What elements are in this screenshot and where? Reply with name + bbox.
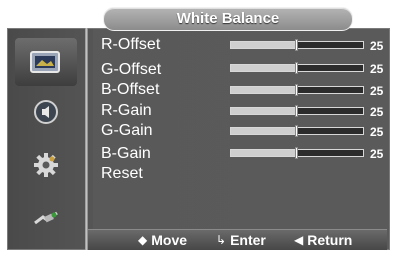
- picture-icon: [30, 51, 60, 73]
- r-offset-slider[interactable]: [230, 39, 364, 51]
- sound-icon: [34, 100, 58, 124]
- sidebar-divider: [85, 28, 88, 250]
- updown-arrows-icon: ◆: [138, 233, 148, 247]
- slider-fill: [231, 42, 297, 48]
- input-plug-icon: [34, 211, 58, 225]
- menu-item-b-offset[interactable]: B-Offset: [101, 81, 159, 99]
- b-offset-value: 25: [370, 84, 384, 98]
- g-offset-value: 25: [370, 62, 384, 76]
- b-offset-slider[interactable]: [230, 84, 364, 96]
- menu-item-reset[interactable]: Reset: [101, 165, 143, 183]
- enter-icon: ↳: [216, 233, 227, 247]
- slider-fill: [231, 87, 297, 93]
- b-gain-slider[interactable]: [230, 147, 364, 159]
- menu-item-r-offset[interactable]: R-Offset: [101, 36, 160, 54]
- help-return: ◀ Return: [294, 232, 352, 248]
- help-enter-label: Enter: [230, 232, 266, 248]
- slider-fill: [231, 65, 297, 71]
- slider-fill: [231, 150, 297, 156]
- osd-screen: White Balance R-Offset 25 G-Offset 25 B-…: [0, 0, 396, 253]
- left-triangle-icon: ◀: [294, 233, 304, 247]
- sidebar-item-setup[interactable]: [15, 141, 77, 189]
- sidebar-item-picture[interactable]: [15, 38, 77, 86]
- r-offset-value: 25: [370, 39, 384, 53]
- b-gain-value: 25: [370, 147, 384, 161]
- help-return-label: Return: [307, 232, 353, 248]
- menu-item-g-offset[interactable]: G-Offset: [101, 61, 161, 79]
- slider-fill: [231, 108, 297, 114]
- slider-thumb[interactable]: [295, 62, 298, 74]
- page-title: White Balance: [176, 10, 280, 27]
- setup-gear-icon: [34, 153, 58, 177]
- slider-thumb[interactable]: [295, 39, 298, 51]
- sidebar: [7, 28, 85, 250]
- slider-thumb[interactable]: [295, 84, 298, 96]
- g-offset-slider[interactable]: [230, 62, 364, 74]
- help-move: ◆ Move: [138, 232, 187, 248]
- slider-thumb[interactable]: [295, 147, 298, 159]
- sidebar-item-sound[interactable]: [15, 88, 77, 136]
- help-enter: ↳ Enter: [216, 232, 266, 248]
- menu-item-b-gain[interactable]: B-Gain: [101, 145, 151, 163]
- menu-item-g-gain[interactable]: G-Gain: [101, 122, 153, 140]
- g-gain-slider[interactable]: [230, 125, 364, 137]
- slider-fill: [231, 128, 297, 134]
- help-move-label: Move: [151, 232, 188, 248]
- help-bar: ◆ Move ↳ Enter ◀ Return: [88, 229, 387, 250]
- sidebar-item-input[interactable]: [15, 194, 77, 242]
- r-gain-value: 25: [370, 105, 384, 119]
- slider-thumb[interactable]: [295, 105, 298, 117]
- slider-thumb[interactable]: [295, 125, 298, 137]
- r-gain-slider[interactable]: [230, 105, 364, 117]
- title-bar: White Balance: [103, 7, 353, 31]
- menu-item-r-gain[interactable]: R-Gain: [101, 102, 152, 120]
- g-gain-value: 25: [370, 125, 384, 139]
